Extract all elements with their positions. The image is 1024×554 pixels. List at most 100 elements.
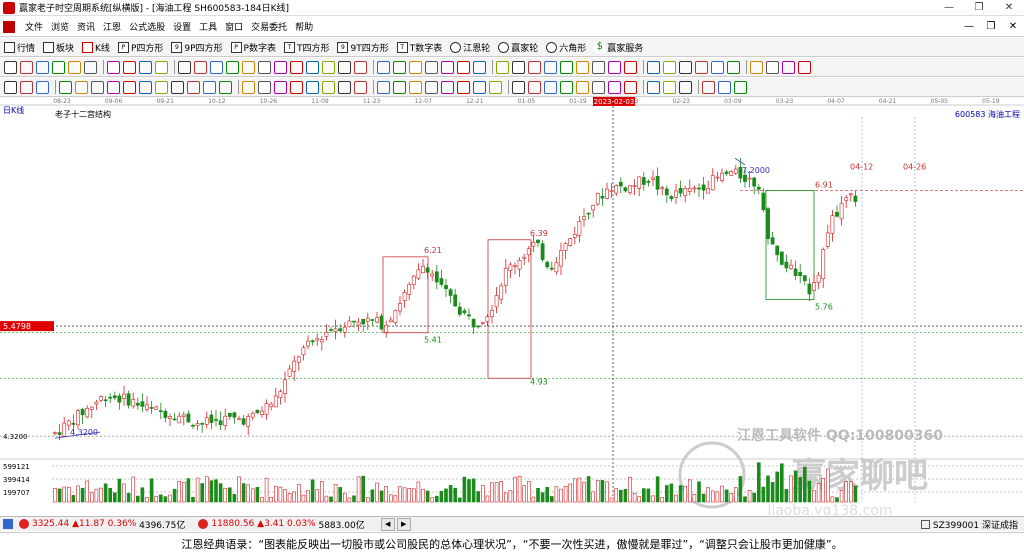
tb2-tool-icon-32[interactable] [544, 60, 557, 74]
tb2-tool-icon-9[interactable] [155, 60, 168, 74]
tb2-tool-icon-12[interactable] [210, 60, 223, 74]
kline-chart[interactable]: 江恩工具软件 QQ:100800360赢家聊吧liaoba.yq138.com … [0, 97, 1024, 519]
menu-tools[interactable]: 工具 [195, 20, 221, 33]
tb3-tool-icon-12[interactable] [203, 80, 216, 94]
tb3-tool-icon-25[interactable] [425, 80, 438, 94]
toolbar-hexagon-button[interactable]: 六角形 [542, 41, 590, 54]
mdi-close-button[interactable]: ✕ [1002, 17, 1024, 37]
tb2-tool-icon-4[interactable] [68, 60, 81, 74]
tb3-tool-icon-18[interactable] [306, 80, 319, 94]
tb3-tool-icon-2[interactable] [36, 80, 49, 94]
tb2-tool-icon-38[interactable] [647, 60, 660, 74]
tb2-tool-icon-39[interactable] [663, 60, 676, 74]
tb3-tool-icon-26[interactable] [441, 80, 454, 94]
tb2-tool-icon-0[interactable] [4, 60, 17, 74]
tb3-tool-icon-9[interactable] [155, 80, 168, 94]
tb3-tool-icon-35[interactable] [592, 80, 605, 94]
tb2-tool-icon-24[interactable] [409, 60, 422, 74]
tb2-tool-icon-7[interactable] [123, 60, 136, 74]
mdi-restore-button[interactable]: ❐ [980, 17, 1002, 37]
tb2-tool-icon-15[interactable] [258, 60, 271, 74]
menu-trade[interactable]: 交易委托 [247, 20, 291, 33]
tb2-tool-icon-36[interactable] [608, 60, 621, 74]
close-button[interactable]: ✕ [994, 0, 1024, 16]
tb3-tool-icon-33[interactable] [560, 80, 573, 94]
tb2-tool-icon-45[interactable] [766, 60, 779, 74]
scroll-left-icon[interactable]: ◀ [380, 517, 395, 531]
tb2-tool-icon-46[interactable] [782, 60, 795, 74]
tb3-tool-icon-24[interactable] [409, 80, 422, 94]
tb2-tool-icon-41[interactable] [695, 60, 708, 74]
toolbar-p-square-button[interactable]: P P四方形 [114, 41, 167, 54]
tb3-tool-icon-28[interactable] [473, 80, 486, 94]
tb2-tool-icon-8[interactable] [139, 60, 152, 74]
tb3-tool-icon-23[interactable] [393, 80, 406, 94]
tb3-tool-icon-6[interactable] [107, 80, 120, 94]
kline-chart-panel[interactable]: 江恩工具软件 QQ:100800360 赢家聊吧 liaoba.yq138.com … [0, 97, 1024, 519]
tb3-tool-icon-13[interactable] [219, 80, 232, 94]
tb3-tool-icon-37[interactable] [624, 80, 637, 94]
tb3-tool-icon-36[interactable] [608, 80, 621, 94]
tb3-tool-icon-22[interactable] [377, 80, 390, 94]
tb3-tool-icon-14[interactable] [242, 80, 255, 94]
tb3-tool-icon-43[interactable] [734, 80, 747, 94]
tb3-tool-icon-34[interactable] [576, 80, 589, 94]
tb2-tool-icon-47[interactable] [798, 60, 811, 74]
tb2-tool-icon-37[interactable] [624, 60, 637, 74]
menu-gann[interactable]: 江恩 [99, 20, 125, 33]
tb3-tool-icon-15[interactable] [258, 80, 271, 94]
tb3-tool-icon-7[interactable] [123, 80, 136, 94]
tb3-tool-icon-19[interactable] [322, 80, 335, 94]
menu-info[interactable]: 资讯 [73, 20, 99, 33]
tb2-tool-icon-31[interactable] [528, 60, 541, 74]
toolbar-sector-button[interactable]: 板块 [39, 41, 78, 54]
toolbar-p-number-button[interactable]: P P数字表 [227, 41, 280, 54]
tb3-tool-icon-29[interactable] [489, 80, 502, 94]
tb3-tool-icon-21[interactable] [354, 80, 367, 94]
tb3-tool-icon-4[interactable] [75, 80, 88, 94]
tb2-tool-icon-16[interactable] [274, 60, 287, 74]
tb2-tool-icon-6[interactable] [107, 60, 120, 74]
tb2-tool-icon-19[interactable] [322, 60, 335, 74]
toolbar-kline-button[interactable]: K线 [78, 41, 114, 54]
tb3-tool-icon-10[interactable] [171, 80, 184, 94]
tb3-tool-icon-5[interactable] [91, 80, 104, 94]
tb2-tool-icon-11[interactable] [194, 60, 207, 74]
tb3-tool-icon-41[interactable] [702, 80, 715, 94]
tb2-tool-icon-26[interactable] [441, 60, 454, 74]
tb2-tool-icon-1[interactable] [20, 60, 33, 74]
scroll-right-icon[interactable]: ▶ [396, 517, 411, 531]
tb3-tool-icon-42[interactable] [718, 80, 731, 94]
toolbar-winner-wheel-button[interactable]: 赢家轮 [494, 41, 542, 54]
tb2-tool-icon-30[interactable] [512, 60, 525, 74]
tb3-tool-icon-30[interactable] [512, 80, 525, 94]
tb2-tool-icon-42[interactable] [711, 60, 724, 74]
toolbar-gann-wheel-button[interactable]: 江恩轮 [446, 41, 494, 54]
tb3-tool-icon-38[interactable] [647, 80, 660, 94]
tb2-tool-icon-14[interactable] [242, 60, 255, 74]
tb2-tool-icon-17[interactable] [290, 60, 303, 74]
tb2-tool-icon-21[interactable] [354, 60, 367, 74]
tb2-tool-icon-35[interactable] [592, 60, 605, 74]
mdi-minimize-button[interactable]: — [958, 17, 980, 37]
tb3-tool-icon-32[interactable] [544, 80, 557, 94]
tb3-tool-icon-27[interactable] [457, 80, 470, 94]
toolbar-service-button[interactable]: $ 赢家服务 [590, 41, 647, 54]
tb2-tool-icon-2[interactable] [36, 60, 49, 74]
tb2-tool-icon-13[interactable] [226, 60, 239, 74]
minimize-button[interactable]: — [934, 0, 964, 16]
tb3-tool-icon-39[interactable] [663, 80, 676, 94]
tb2-tool-icon-25[interactable] [425, 60, 438, 74]
tb2-tool-icon-23[interactable] [393, 60, 406, 74]
menu-settings[interactable]: 设置 [169, 20, 195, 33]
tb2-tool-icon-28[interactable] [473, 60, 486, 74]
tb3-tool-icon-11[interactable] [187, 80, 200, 94]
tb2-tool-icon-22[interactable] [377, 60, 390, 74]
tb3-tool-icon-16[interactable] [274, 80, 287, 94]
menu-formula[interactable]: 公式选股 [125, 20, 169, 33]
toolbar-9p-square-button[interactable]: 9 9P四方形 [167, 41, 226, 54]
tb3-tool-icon-0[interactable] [4, 80, 17, 94]
toolbar-9t-square-button[interactable]: 9 9T四方形 [333, 41, 392, 54]
tb2-tool-icon-33[interactable] [560, 60, 573, 74]
tb2-tool-icon-20[interactable] [338, 60, 351, 74]
